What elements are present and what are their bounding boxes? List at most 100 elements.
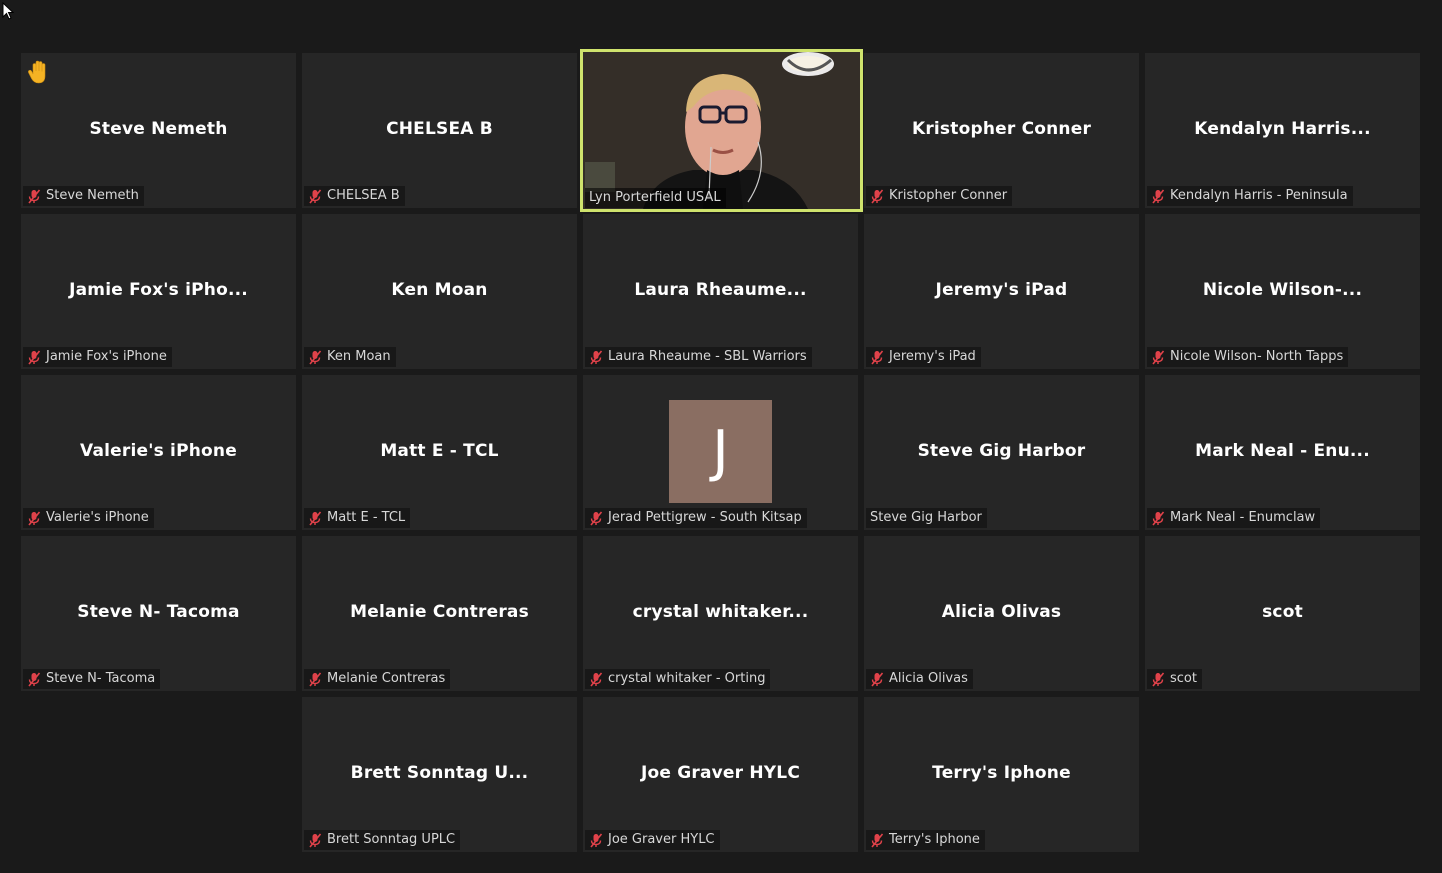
participant-name-label: Laura Rheaume - SBL Warriors xyxy=(585,347,812,367)
participant-name-text: scot xyxy=(1170,671,1197,686)
participant-name-text: Steve N- Tacoma xyxy=(46,671,156,686)
participant-tile[interactable]: Lyn Porterfield USAL xyxy=(580,49,863,212)
participant-tile[interactable]: Alicia Olivas Alicia Olivas xyxy=(864,536,1139,691)
participant-display-name: Kendalyn Harris... xyxy=(1194,119,1371,139)
gallery-view: Steve Nemeth Steve Nemeth CHELSEA B CHELSEA… xyxy=(2,2,1440,873)
participant-display-name: Joe Graver HYLC xyxy=(640,763,801,783)
participant-tile[interactable]: Steve Nemeth Steve Nemeth xyxy=(21,53,296,208)
participant-name-label: Nicole Wilson- North Tapps xyxy=(1147,347,1349,367)
participant-tile[interactable]: Ken Moan Ken Moan xyxy=(302,214,577,369)
muted-mic-icon xyxy=(871,832,884,848)
participant-tile[interactable]: Matt E - TCL Matt E - TCL xyxy=(302,375,577,530)
participant-display-name: Valerie's iPhone xyxy=(80,441,237,461)
participant-name-text: Kristopher Conner xyxy=(889,188,1008,203)
participant-name-label: Steve Gig Harbor xyxy=(866,508,987,528)
muted-mic-icon xyxy=(309,832,322,848)
participant-display-name: scot xyxy=(1262,602,1303,622)
participant-display-name: Nicole Wilson-... xyxy=(1202,280,1363,300)
participant-name-label: Ken Moan xyxy=(304,347,396,367)
participant-display-name: Laura Rheaume... xyxy=(634,280,807,300)
muted-mic-icon xyxy=(871,188,884,204)
muted-mic-icon xyxy=(28,188,41,204)
muted-mic-icon xyxy=(28,671,41,687)
participant-tile[interactable]: Brett Sonntag U... Brett Sonntag UPLC xyxy=(302,697,577,852)
participant-tile[interactable]: Steve N- Tacoma Steve N- Tacoma xyxy=(21,536,296,691)
participant-display-name: Melanie Contreras xyxy=(350,602,529,622)
participant-name-label: Lyn Porterfield USAL xyxy=(585,188,726,208)
participant-name-label: Terry's Iphone xyxy=(866,830,985,850)
participant-name-label: scot xyxy=(1147,669,1202,689)
participant-display-name: CHELSEA B xyxy=(386,119,493,139)
participant-display-name: Matt E - TCL xyxy=(380,441,499,461)
participant-display-name: Ken Moan xyxy=(391,280,488,300)
participant-name-label: Jamie Fox's iPhone xyxy=(23,347,172,367)
participant-tile[interactable]: Steve Gig Harbor Steve Gig Harbor xyxy=(864,375,1139,530)
participant-name-text: Joe Graver HYLC xyxy=(608,832,715,847)
participant-display-name: Alicia Olivas xyxy=(941,602,1062,622)
muted-mic-icon xyxy=(28,349,41,365)
participant-name-label: Brett Sonntag UPLC xyxy=(304,830,461,850)
participant-tile[interactable]: CHELSEA B CHELSEA B xyxy=(302,53,577,208)
muted-mic-icon xyxy=(871,349,884,365)
participant-display-name: crystal whitaker... xyxy=(632,602,809,622)
participant-name-label: Jeremy's iPad xyxy=(866,347,981,367)
participant-video xyxy=(583,52,860,209)
participant-name-text: Melanie Contreras xyxy=(327,671,446,686)
participant-display-name: Brett Sonntag U... xyxy=(350,763,529,783)
participant-tile[interactable]: Mark Neal - Enu... Mark Neal - Enumclaw xyxy=(1145,375,1420,530)
participant-display-name: Terry's Iphone xyxy=(932,763,1071,783)
participant-tile[interactable]: Jamie Fox's iPho... Jamie Fox's iPhone xyxy=(21,214,296,369)
participant-name-label: Melanie Contreras xyxy=(304,669,451,689)
participant-name-text: Terry's Iphone xyxy=(889,832,980,847)
participant-name-label: Jerad Pettigrew - South Kitsap xyxy=(585,508,807,528)
muted-mic-icon xyxy=(309,188,322,204)
participant-name-label: Steve N- Tacoma xyxy=(23,669,161,689)
participant-tile[interactable]: J Jerad Pettigrew - South Kitsap xyxy=(583,375,858,530)
participant-display-name: Steve Gig Harbor xyxy=(917,441,1086,461)
participant-name-label: Kristopher Conner xyxy=(866,186,1013,206)
participant-name-text: crystal whitaker - Orting xyxy=(608,671,766,686)
muted-mic-icon xyxy=(1152,671,1165,687)
participant-tile[interactable]: Jeremy's iPad Jeremy's iPad xyxy=(864,214,1139,369)
participant-tile[interactable]: Melanie Contreras Melanie Contreras xyxy=(302,536,577,691)
participant-name-text: Valerie's iPhone xyxy=(46,510,149,525)
participant-name-label: Joe Graver HYLC xyxy=(585,830,720,850)
participant-tile[interactable]: Nicole Wilson-... Nicole Wilson- North Ta… xyxy=(1145,214,1420,369)
participant-name-label: Matt E - TCL xyxy=(304,508,411,528)
muted-mic-icon xyxy=(1152,188,1165,204)
participant-name-text: Jeremy's iPad xyxy=(889,349,976,364)
participant-display-name: Kristopher Conner xyxy=(911,119,1092,139)
participant-name-text: Mark Neal - Enumclaw xyxy=(1170,510,1316,525)
participant-tile[interactable]: Valerie's iPhone Valerie's iPhone xyxy=(21,375,296,530)
participant-display-name: Mark Neal - Enu... xyxy=(1195,441,1370,461)
participant-tile[interactable]: Joe Graver HYLC Joe Graver HYLC xyxy=(583,697,858,852)
participant-name-label: Mark Neal - Enumclaw xyxy=(1147,508,1321,528)
muted-mic-icon xyxy=(1152,510,1165,526)
muted-mic-icon xyxy=(1152,349,1165,365)
participant-name-text: Nicole Wilson- North Tapps xyxy=(1170,349,1344,364)
participant-tile[interactable]: scot scot xyxy=(1145,536,1420,691)
muted-mic-icon xyxy=(309,349,322,365)
participant-name-text: Laura Rheaume - SBL Warriors xyxy=(608,349,807,364)
participant-name-label: crystal whitaker - Orting xyxy=(585,669,771,689)
participant-tile[interactable]: crystal whitaker... crystal whitaker - Or… xyxy=(583,536,858,691)
muted-mic-icon xyxy=(590,510,603,526)
muted-mic-icon xyxy=(590,349,603,365)
participant-name-text: Ken Moan xyxy=(327,349,391,364)
raised-hand-icon xyxy=(28,60,46,84)
participant-display-name: Steve Nemeth xyxy=(89,119,228,139)
muted-mic-icon xyxy=(309,510,322,526)
participant-display-name: Steve N- Tacoma xyxy=(77,602,240,622)
participant-name-text: Alicia Olivas xyxy=(889,671,968,686)
avatar: J xyxy=(669,400,772,503)
participant-name-label: Kendalyn Harris - Peninsula xyxy=(1147,186,1353,206)
participant-tile[interactable]: Kendalyn Harris... Kendalyn Harris - Peni… xyxy=(1145,53,1420,208)
muted-mic-icon xyxy=(28,510,41,526)
participant-tile[interactable]: Laura Rheaume... Laura Rheaume - SBL Warr… xyxy=(583,214,858,369)
participant-display-name: Jeremy's iPad xyxy=(935,280,1068,300)
participant-tile[interactable]: Kristopher Conner Kristopher Conner xyxy=(864,53,1139,208)
participant-name-label: CHELSEA B xyxy=(304,186,405,206)
participant-name-label: Valerie's iPhone xyxy=(23,508,154,528)
muted-mic-icon xyxy=(309,671,322,687)
participant-tile[interactable]: Terry's Iphone Terry's Iphone xyxy=(864,697,1139,852)
